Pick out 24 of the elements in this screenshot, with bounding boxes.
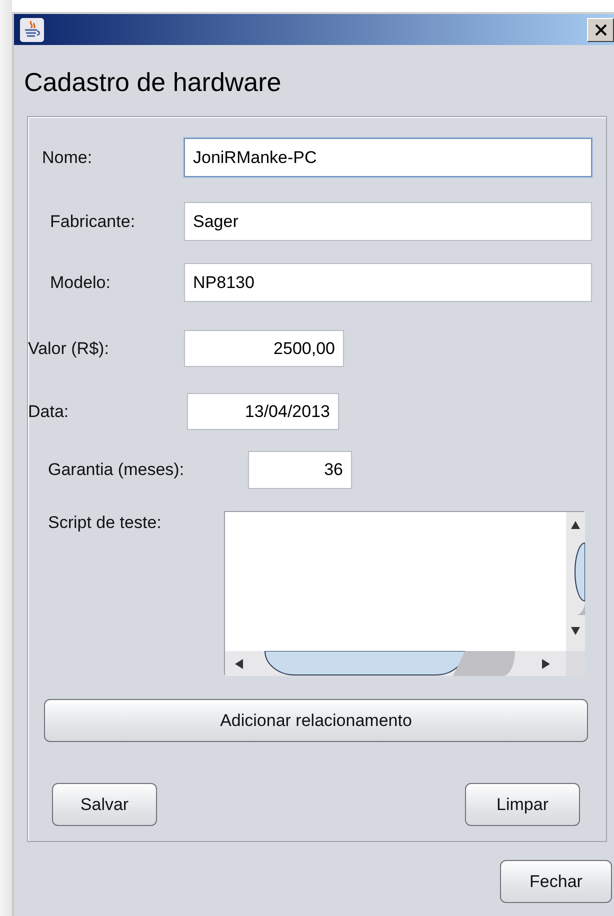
field-label: Garantia (meses): bbox=[48, 460, 186, 480]
input-field[interactable]: 36 bbox=[248, 451, 352, 489]
horizontal-scrollbar[interactable] bbox=[225, 651, 566, 676]
vertical-scrollbar[interactable] bbox=[566, 512, 585, 651]
add-relation-button[interactable]: Adicionar relacionamento bbox=[44, 699, 588, 742]
field-label: Data: bbox=[28, 402, 70, 422]
field-label: Valor (R$): bbox=[28, 338, 110, 358]
clear-button[interactable]: Limpar bbox=[465, 783, 580, 826]
input-field[interactable]: 2500,00 bbox=[184, 330, 344, 367]
field-label: Script de teste: bbox=[48, 513, 162, 533]
input-field[interactable]: 13/04/2013 bbox=[187, 393, 339, 430]
field-label: Fabricante: bbox=[50, 212, 136, 232]
save-button[interactable]: Salvar bbox=[52, 783, 157, 826]
field-label: Nome: bbox=[42, 148, 94, 168]
form-title: Cadastro de hardware bbox=[24, 66, 282, 98]
input-field[interactable]: NP8130 bbox=[184, 263, 592, 302]
field-label: Modelo: bbox=[50, 272, 112, 292]
scrollbar-corner bbox=[566, 651, 585, 676]
java-cup-icon bbox=[20, 18, 44, 42]
close-icon bbox=[594, 24, 606, 36]
input-field[interactable]: JoniRManke-PC bbox=[184, 138, 592, 177]
close-button[interactable] bbox=[587, 18, 614, 42]
input-field[interactable]: Sager bbox=[184, 202, 592, 241]
close-dialog-button[interactable]: Fechar bbox=[500, 860, 612, 903]
